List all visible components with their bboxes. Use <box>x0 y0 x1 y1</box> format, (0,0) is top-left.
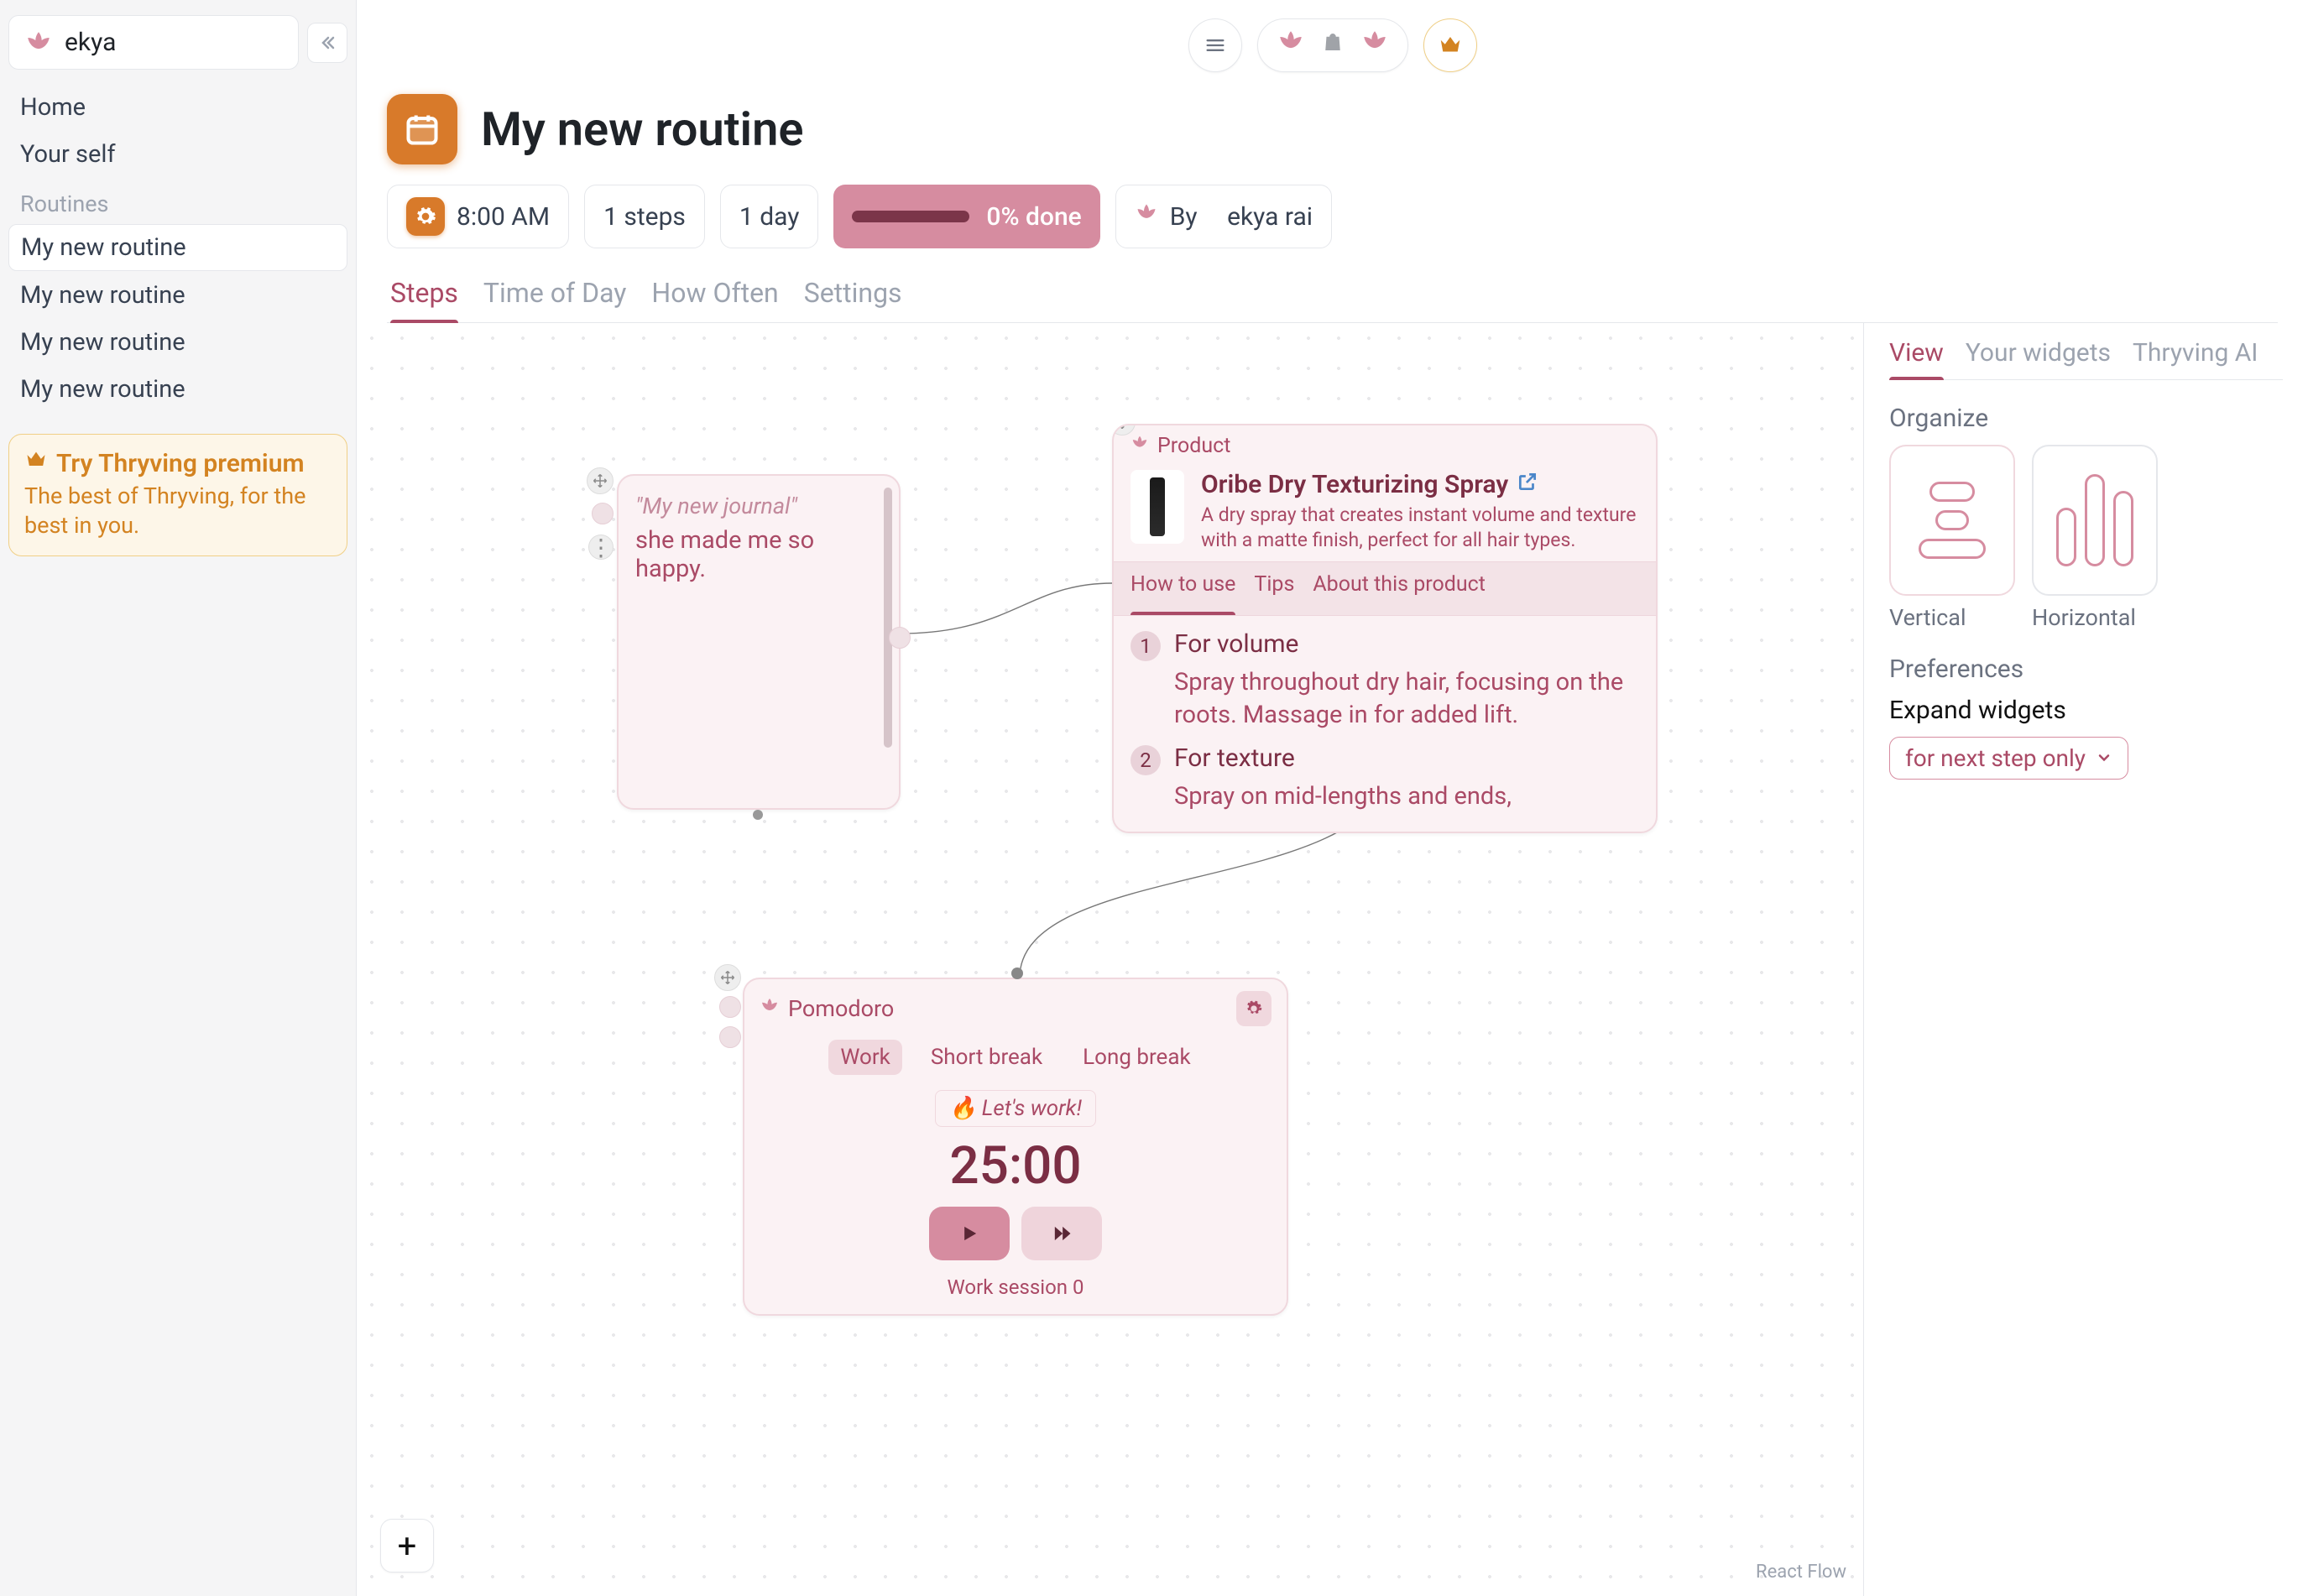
rtab-view[interactable]: View <box>1889 338 1944 379</box>
product-step-title: For texture <box>1174 743 1295 775</box>
progress-label: 0% done <box>986 202 1081 232</box>
lotus-icon <box>1277 28 1305 63</box>
time-of-day-chip[interactable]: 8:00 AM <box>387 185 569 248</box>
lotus-icon <box>1135 201 1158 232</box>
steps-label: 1 steps <box>603 202 686 232</box>
layout-vertical[interactable] <box>1889 445 2015 596</box>
expand-widgets-value: for next step only <box>1905 744 2086 772</box>
node-port[interactable] <box>719 1026 741 1048</box>
product-description: A dry spray that creates instant volume … <box>1201 503 1639 553</box>
pomodoro-lets: 🔥 Let's work! <box>935 1090 1096 1127</box>
tab-settings[interactable]: Settings <box>804 277 902 322</box>
sidebar: ekya Home Your self Routines My new rout… <box>0 0 357 1596</box>
external-link-icon[interactable] <box>1517 470 1538 499</box>
workspace-switcher[interactable]: ekya <box>8 15 299 70</box>
journal-placeholder: "My new journal" <box>635 493 882 519</box>
lotus-icon <box>1131 434 1149 458</box>
pomodoro-tab-work[interactable]: Work <box>828 1040 902 1075</box>
product-node[interactable]: Product Oribe Dry Texturizing Spray <box>1112 424 1658 833</box>
product-tab-tips[interactable]: Tips <box>1254 572 1294 605</box>
gear-icon <box>406 197 445 236</box>
node-port[interactable] <box>889 627 911 649</box>
by-label: By <box>1170 202 1198 232</box>
nav-home[interactable]: Home <box>8 85 347 130</box>
tab-how-often[interactable]: How Often <box>651 277 778 322</box>
menu-button[interactable] <box>1188 18 1242 72</box>
routine-link[interactable]: My new routine <box>8 273 347 318</box>
product-step-title: For volume <box>1174 629 1298 661</box>
lotus-icon <box>1360 28 1389 63</box>
tab-steps[interactable]: Steps <box>390 277 458 322</box>
freq-label: 1 day <box>739 202 800 232</box>
pomodoro-title: Pomodoro <box>788 995 894 1022</box>
lotus-icon <box>760 995 780 1022</box>
right-panel: View Your widgets Thryving AI Organize <box>1863 323 2308 1596</box>
tab-time-of-day[interactable]: Time of Day <box>483 277 626 322</box>
product-step-desc: Spray throughout dry hair, focusing on t… <box>1174 666 1639 732</box>
author-chip[interactable]: By ekya rai <box>1115 185 1332 248</box>
move-icon[interactable] <box>587 467 614 494</box>
rtab-widgets[interactable]: Your widgets <box>1966 338 2111 379</box>
nav-your-self[interactable]: Your self <box>8 132 347 177</box>
node-port[interactable] <box>592 503 614 524</box>
steps-chip[interactable]: 1 steps <box>584 185 705 248</box>
node-port[interactable] <box>753 810 763 820</box>
routine-icon <box>387 94 457 164</box>
crown-icon <box>24 448 48 478</box>
next-button[interactable] <box>1021 1207 1102 1260</box>
app-pill[interactable] <box>1257 18 1408 72</box>
product-tag: Product <box>1157 434 1230 458</box>
pomodoro-session: Work session 0 <box>744 1275 1287 1299</box>
pomodoro-tab-long[interactable]: Long break <box>1071 1040 1203 1075</box>
product-tab-about[interactable]: About this product <box>1313 572 1486 605</box>
layout-horizontal-label: Horizontal <box>2032 604 2158 631</box>
flow-canvas[interactable]: ⋮ "My new journal" she made me so happy. <box>357 323 1863 1596</box>
page-title: My new routine <box>481 102 804 157</box>
organize-header: Organize <box>1889 404 2283 433</box>
premium-subtitle: The best of Thryving, for the best in yo… <box>24 482 332 540</box>
product-image <box>1131 470 1184 544</box>
routine-link[interactable]: My new routine <box>8 320 347 365</box>
node-port[interactable] <box>719 996 741 1018</box>
pomodoro-node[interactable]: Pomodoro Work Short break Long break 🔥 L… <box>743 978 1288 1316</box>
pomodoro-settings-button[interactable] <box>1236 991 1271 1026</box>
time-label: 8:00 AM <box>457 202 550 232</box>
play-button[interactable] <box>929 1207 1010 1260</box>
progress-chip[interactable]: 0% done <box>833 185 1099 248</box>
collapse-sidebar-button[interactable] <box>307 23 347 63</box>
routine-link[interactable]: My new routine <box>8 367 347 412</box>
bag-icon <box>1320 29 1345 61</box>
product-step-desc: Spray on mid-lengths and ends, <box>1174 780 1639 813</box>
preferences-header: Preferences <box>1889 655 2283 684</box>
journal-body[interactable]: she made me so happy. <box>635 526 882 583</box>
product-tab-how-to-use[interactable]: How to use <box>1131 572 1235 605</box>
attribution: React Flow <box>1756 1562 1846 1583</box>
chevron-down-icon <box>2096 744 2112 772</box>
premium-title: Try Thryving premium <box>56 449 305 478</box>
product-title: Oribe Dry Texturizing Spray <box>1201 470 1508 499</box>
more-icon[interactable]: ⋮ <box>588 535 614 560</box>
scrollbar[interactable] <box>884 488 892 748</box>
node-port[interactable] <box>1011 968 1023 979</box>
crown-button[interactable] <box>1423 18 1477 72</box>
topbar <box>357 0 2308 77</box>
journal-node[interactable]: ⋮ "My new journal" she made me so happy. <box>617 474 901 810</box>
layout-horizontal[interactable] <box>2032 445 2158 596</box>
expand-widgets-select[interactable]: for next step only <box>1889 737 2128 780</box>
layout-vertical-label: Vertical <box>1889 604 2015 631</box>
pomodoro-timer: 25:00 <box>744 1135 1287 1197</box>
add-step-button[interactable]: + <box>380 1519 434 1573</box>
author-name: ekya rai <box>1227 202 1313 232</box>
routine-link[interactable]: My new routine <box>8 224 347 271</box>
premium-card[interactable]: Try Thryving premium The best of Thryvin… <box>8 434 347 556</box>
workspace-name: ekya <box>65 28 116 57</box>
move-icon[interactable] <box>714 964 741 991</box>
progress-bar <box>852 211 969 222</box>
rtab-ai[interactable]: Thryving AI <box>2133 338 2258 379</box>
expand-widgets-label: Expand widgets <box>1889 696 2283 725</box>
lotus-icon <box>24 29 53 57</box>
pomodoro-tab-short[interactable]: Short break <box>919 1040 1054 1075</box>
frequency-chip[interactable]: 1 day <box>720 185 819 248</box>
routines-section-header: Routines <box>8 179 347 222</box>
